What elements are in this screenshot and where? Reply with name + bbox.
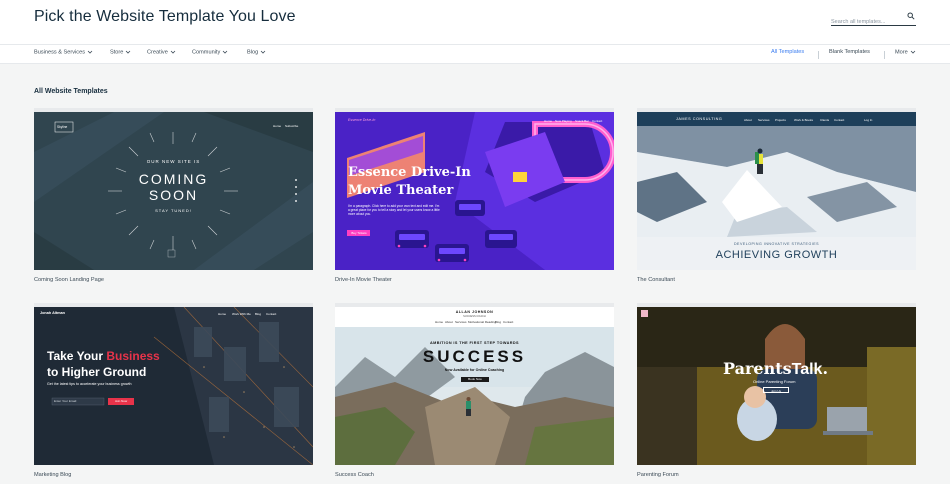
- template-thumbnail[interactable]: Jonah Altman Home Work With Me Blog Cont…: [34, 303, 313, 465]
- preview-logo: JAMES CONSULTING: [676, 117, 723, 121]
- preview-login: Log In: [864, 118, 873, 122]
- template-thumbnail[interactable]: ParentsTalk. Online Parenting Forum Join…: [637, 303, 916, 465]
- search-icon[interactable]: [907, 12, 915, 20]
- template-name[interactable]: Success Coach: [335, 472, 374, 478]
- preview-nav-item: Blog: [255, 312, 262, 316]
- preview-kicker: DEVELOPING INNOVATIVE STRATEGIES: [733, 242, 820, 246]
- template-thumbnail[interactable]: Essence Drive-In Home Now Playing Snack …: [335, 108, 614, 270]
- template-name[interactable]: The Consultant: [637, 277, 675, 283]
- preview-nav-item: Services: [758, 118, 770, 122]
- preview-subline: Online Parenting Forum: [753, 379, 796, 384]
- preview-nav-item: About: [445, 320, 453, 324]
- template-thumbnail[interactable]: ALLAN JOHNSON SUCCESS COACH Home About S…: [335, 303, 614, 465]
- preview-button: Buy Tickets: [348, 230, 370, 236]
- nav-business-services[interactable]: Business & Services: [34, 49, 93, 55]
- preview-nav-home: Home: [273, 124, 282, 128]
- preview-headline: ACHIEVING GROWTH: [715, 249, 838, 261]
- cliff-climber-photo: [335, 307, 614, 465]
- preview-headline: SOON: [148, 187, 199, 203]
- mother-baby-photo: [637, 307, 916, 465]
- template-name[interactable]: Coming Soon Landing Page: [34, 277, 104, 283]
- nav-more[interactable]: More: [895, 49, 916, 55]
- template-name[interactable]: Marketing Blog: [34, 472, 71, 478]
- preview-input: Enter Your Email: [54, 399, 77, 403]
- chevron-down-icon: [260, 50, 266, 54]
- preview-nav-item: Blog: [495, 320, 502, 324]
- template-thumbnail[interactable]: JAMES CONSULTING About Services Projects…: [637, 108, 916, 270]
- chevron-down-icon: [170, 50, 176, 54]
- preview-nav-item: Home: [544, 119, 553, 123]
- section-title: All Website Templates: [34, 88, 108, 95]
- top-header: Pick the Website Template You Love: [0, 0, 950, 44]
- preview-nav-item: About: [744, 118, 752, 122]
- preview-nav-item: Home: [218, 312, 227, 316]
- preview-nav-item: Contact: [592, 119, 603, 123]
- preview-nav-item: Home: [435, 320, 444, 324]
- preview-headline: SUCCESS: [422, 347, 527, 366]
- preview-nav-item: Clients: [820, 118, 830, 122]
- preview-logo: Essence Drive-In: [348, 118, 376, 122]
- chevron-down-icon: [223, 50, 228, 54]
- preview-headline: Essence Drive-In: [348, 165, 471, 180]
- page-title: Pick the Website Template You Love: [34, 8, 296, 25]
- preview-nav-item: Contact: [503, 320, 514, 324]
- preview-logo: Skyline: [57, 125, 68, 129]
- city-night-photo: [34, 307, 313, 465]
- preview-subline: Now Available for Online Coaching: [444, 368, 505, 372]
- nav-community[interactable]: Community: [192, 49, 228, 55]
- preview-headline: Take Your Business: [47, 349, 160, 363]
- nav-creative[interactable]: Creative: [147, 49, 176, 55]
- preview-nav-subscribe: Subscribe: [285, 124, 299, 128]
- chevron-down-icon: [87, 50, 93, 54]
- tab-blank-templates[interactable]: Blank Templates: [829, 49, 870, 55]
- preview-nav-item: Work With Me: [232, 312, 251, 316]
- preview-nav-item: Projects: [775, 118, 786, 122]
- chevron-down-icon: [910, 50, 916, 54]
- nav-blog[interactable]: Blog: [247, 49, 266, 55]
- template-name[interactable]: Drive-In Movie Theater: [335, 277, 392, 283]
- preview-nav-item: Now Playing: [555, 119, 572, 123]
- preview-kicker: AMBITION IS THE FIRST STEP TOWARDS: [430, 341, 519, 345]
- preview-button: Join Now: [114, 399, 128, 403]
- preview-body: I'm a paragraph. Click here to add your …: [348, 204, 440, 217]
- preview-logo-sub: SUCCESS COACH: [463, 315, 486, 318]
- search-box[interactable]: [831, 10, 916, 26]
- preview-subline: Get the latest tips to accelerate your b…: [47, 382, 132, 386]
- chevron-down-icon: [126, 50, 131, 54]
- category-nav: Business & Services Store Creative Commu…: [0, 44, 950, 64]
- nav-divider: [818, 51, 819, 59]
- tab-all-templates[interactable]: All Templates: [771, 49, 804, 55]
- preview-subline: STAY TUNED!: [155, 208, 192, 213]
- preview-logo: ALLAN JOHNSON: [455, 310, 494, 314]
- template-thumbnail[interactable]: Skyline Home Subscribe OUR NEW SITE IS C…: [34, 108, 313, 270]
- preview-nav-item: Snack Bar: [575, 119, 589, 123]
- preview-logo: Jonah Altman: [40, 311, 65, 315]
- preview-headline: Movie Theater: [348, 183, 454, 198]
- preview-headline: ParentsTalk.: [723, 359, 829, 378]
- preview-button: Join Us: [763, 387, 789, 393]
- nav-store[interactable]: Store: [110, 49, 131, 55]
- preview-nav-item: Motivational Reading: [468, 320, 497, 324]
- preview-nav-item: Work & Books: [794, 118, 813, 122]
- snowy-mountain-photo: [637, 112, 916, 270]
- preview-headline: to Higher Ground: [47, 365, 147, 379]
- preview-nav-item: Contact: [266, 312, 277, 316]
- preview-nav-item: Contact: [834, 118, 845, 122]
- preview-nav-item: Services: [455, 320, 467, 324]
- preview-headline: COMING: [138, 171, 209, 187]
- preview-button: Book Now: [468, 377, 482, 381]
- search-input[interactable]: [831, 19, 903, 25]
- template-name[interactable]: Parenting Forum: [637, 472, 679, 478]
- nav-divider: [884, 51, 885, 59]
- preview-kicker: OUR NEW SITE IS: [146, 159, 201, 164]
